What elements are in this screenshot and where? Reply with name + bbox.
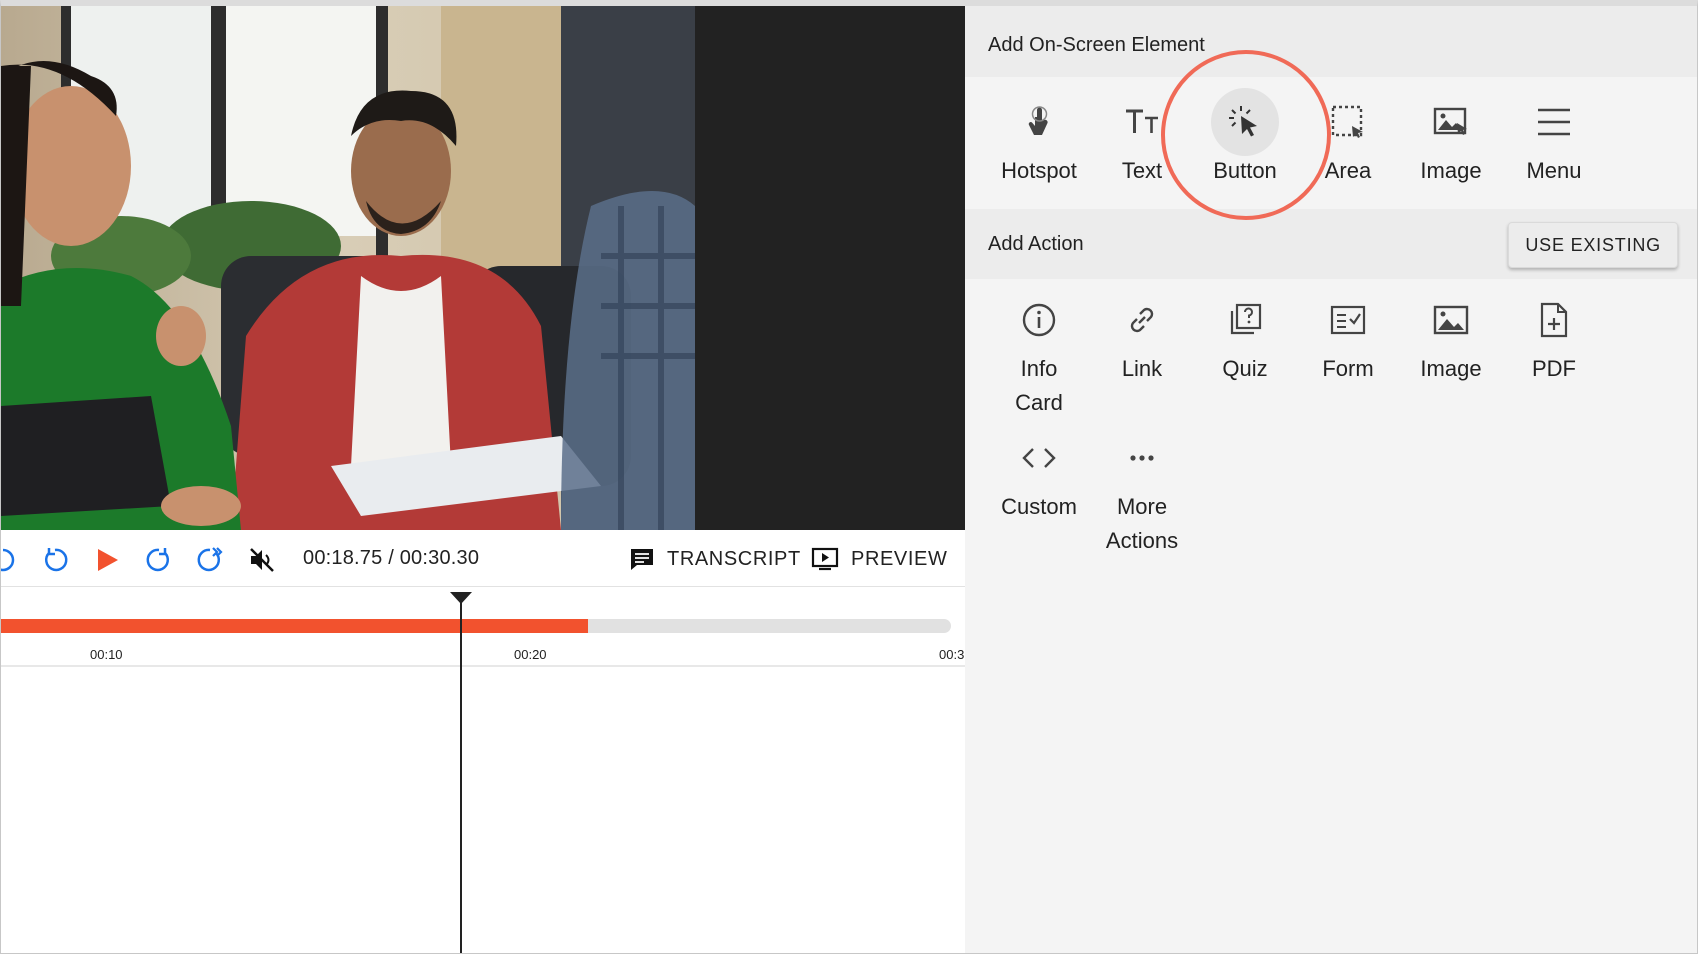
pdf-icon [1530, 296, 1578, 344]
action-item-image[interactable]: Image [1401, 296, 1501, 386]
timeline[interactable]: 00:10 00:20 00:3 [1, 587, 965, 953]
app-window: 00:18.75 / 00:30.30 TRANSCRIPT PREVIEW 0… [0, 0, 1698, 954]
play-icon[interactable] [91, 544, 123, 576]
forward-icon[interactable] [143, 544, 175, 576]
image-icon [1427, 296, 1475, 344]
onscreen-item-area[interactable]: Area [1298, 98, 1398, 188]
action-item-label: More Actions [1105, 494, 1179, 553]
transcript-button[interactable]: TRANSCRIPT [629, 543, 801, 575]
action-item-label: Form [1322, 356, 1374, 381]
onscreen-item-label: Area [1324, 158, 1372, 183]
hotspot-icon [1015, 98, 1063, 146]
action-item-label: Info Card [1015, 356, 1063, 415]
time-display: 00:18.75 / 00:30.30 [303, 547, 480, 569]
action-item-pdf[interactable]: PDF [1504, 296, 1604, 386]
onscreen-item-image[interactable]: Image [1401, 98, 1501, 188]
editor-area: 00:18.75 / 00:30.30 TRANSCRIPT PREVIEW 0… [1, 6, 965, 953]
element-panel: Add On-Screen Element Hotspot Text Butto… [965, 6, 1697, 953]
text-icon [1118, 98, 1166, 146]
use-existing-button[interactable]: USE EXISTING [1508, 222, 1678, 268]
preview-icon [811, 547, 839, 571]
action-item-form[interactable]: Form [1298, 296, 1398, 386]
link-icon [1118, 296, 1166, 344]
tick-label: 00:3 [939, 647, 965, 662]
onscreen-item-label: Menu [1526, 158, 1582, 183]
action-item-label: Quiz [1222, 356, 1268, 381]
preview-label: PREVIEW [851, 547, 948, 570]
info-icon [1015, 296, 1063, 344]
video-frame[interactable] [1, 6, 695, 530]
transcript-icon [631, 549, 653, 570]
form-icon [1324, 296, 1372, 344]
action-item-label: PDF [1532, 356, 1576, 381]
rewind-icon[interactable] [39, 544, 71, 576]
onscreen-section-header: Add On-Screen Element [965, 6, 1697, 77]
onscreen-item-label: Text [1121, 158, 1163, 183]
tick-label: 00:20 [514, 647, 547, 662]
button-icon [1211, 88, 1279, 156]
action-item-custom[interactable]: Custom [989, 434, 1089, 524]
video-thumbnail-image [1, 6, 695, 530]
onscreen-item-text[interactable]: Text [1092, 98, 1192, 188]
rewind-partial-icon[interactable] [1, 544, 19, 576]
onscreen-item-label: Image [1420, 158, 1482, 183]
action-item-quiz[interactable]: Quiz [1195, 296, 1295, 386]
mute-icon[interactable] [246, 544, 278, 576]
action-item-link[interactable]: Link [1092, 296, 1192, 386]
onscreen-item-menu[interactable]: Menu [1504, 98, 1604, 188]
area-icon [1324, 98, 1372, 146]
action-item-more-actions[interactable]: More Actions [1092, 434, 1192, 558]
tick-label: 00:10 [90, 647, 123, 662]
menu-icon [1530, 98, 1578, 146]
transcript-label: TRANSCRIPT [667, 547, 801, 570]
action-item-label: Custom [1001, 494, 1077, 519]
action-item-label: Image [1420, 356, 1482, 381]
action-item-label: Link [1121, 356, 1163, 381]
image-icon [1427, 98, 1475, 146]
timeline-ruler: 00:10 00:20 00:3 [1, 633, 965, 667]
action-section-title: Add Action [988, 232, 1084, 255]
video-stage [1, 6, 965, 530]
onscreen-item-label: Hotspot [1001, 158, 1077, 183]
preview-button[interactable]: PREVIEW [811, 543, 947, 575]
onscreen-item-label: Button [1213, 158, 1277, 183]
player-controls: 00:18.75 / 00:30.30 TRANSCRIPT PREVIEW [1, 530, 965, 587]
timeline-progress [1, 619, 589, 633]
onscreen-item-hotspot[interactable]: Hotspot [989, 98, 1089, 188]
onscreen-item-button[interactable]: Button [1195, 88, 1295, 188]
playhead-line[interactable] [460, 595, 462, 953]
more-icon [1118, 434, 1166, 482]
fast-forward-icon[interactable] [194, 544, 226, 576]
onscreen-section-title: Add On-Screen Element [988, 34, 1205, 56]
action-item-info-card[interactable]: Info Card [989, 296, 1089, 420]
quiz-icon [1221, 296, 1269, 344]
code-icon [1015, 434, 1063, 482]
